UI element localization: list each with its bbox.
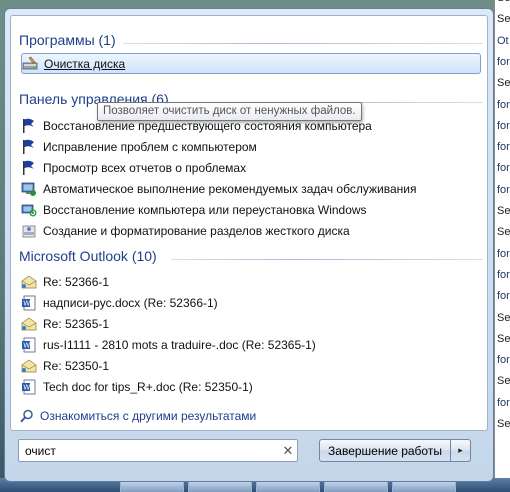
recovery-icon <box>21 202 37 218</box>
group-divider <box>123 43 483 44</box>
background-window-line: for <box>497 247 510 260</box>
background-window-line: for <box>497 141 510 154</box>
shutdown-control: Завершение работы ▸ <box>319 439 471 462</box>
result-item-attachment[interactable]: W Tech doc for tips_R+.doc (Re: 52350-1) <box>21 376 481 397</box>
word-doc-icon: W <box>21 295 37 311</box>
see-more-results-link[interactable]: Ознакомиться с другими результатами <box>19 408 256 424</box>
result-item-label: надписи-рус.docx (Re: 52366-1) <box>43 295 218 310</box>
background-window-line: Security U <box>497 205 510 217</box>
background-window-line: for <box>497 55 510 68</box>
result-item-disk-cleanup[interactable]: Очистка диска <box>21 53 481 74</box>
result-item-label: Re: 52365-1 <box>43 316 110 331</box>
background-window-line: Security U <box>497 77 510 90</box>
background-window-line: Security U <box>497 418 510 430</box>
start-menu: Программы (1) Очистка диска Панель управ… <box>4 8 494 482</box>
action-center-flag-icon <box>21 118 37 134</box>
result-item-mail[interactable]: Re: 52366-1 <box>21 271 481 292</box>
maintenance-icon <box>21 181 37 197</box>
search-results-panel: Программы (1) Очистка диска Панель управ… <box>10 15 488 431</box>
result-item-label: rus-I1111 - 2810 mots a traduire-.doc (R… <box>43 337 316 352</box>
mail-open-icon <box>21 316 37 332</box>
result-item-problem-reports[interactable]: Просмотр всех отчетов о проблемах <box>21 157 481 178</box>
svg-text:W: W <box>23 383 30 391</box>
shutdown-button[interactable]: Завершение работы <box>319 439 451 462</box>
search-input[interactable] <box>25 441 279 460</box>
background-window-line: Security U <box>497 332 510 345</box>
result-item-mail[interactable]: Re: 52365-1 <box>21 313 481 334</box>
mail-open-icon <box>21 358 37 374</box>
result-item-label: Re: 52366-1 <box>43 274 110 289</box>
background-window-line: Security U <box>497 375 510 388</box>
background-window: Security U Security U Ot for Security U for fo… <box>494 0 510 480</box>
background-window-line: for <box>497 183 510 196</box>
result-item-label: Автоматическое выполнение рекомендуемых … <box>43 181 417 196</box>
result-item-label: Tech doc for tips_R+.doc (Re: 52350-1) <box>43 379 253 394</box>
result-item-recovery[interactable]: Восстановление компьютера или переустано… <box>21 199 481 220</box>
tooltip: Позволяет очистить диск от ненужных файл… <box>97 102 362 121</box>
result-item-label: Исправление проблем с компьютером <box>43 139 257 154</box>
svg-text:W: W <box>23 299 30 307</box>
word-doc-icon: W <box>21 337 37 353</box>
result-item-label: Создание и форматирование разделов жестк… <box>43 223 350 238</box>
background-window-line: for <box>497 119 510 132</box>
disk-cleanup-icon <box>22 56 38 72</box>
result-item-mail[interactable]: Re: 52350-1 <box>21 355 481 376</box>
result-item-label: Просмотр всех отчетов о проблемах <box>43 160 247 175</box>
result-item-troubleshoot[interactable]: Исправление проблем с компьютером <box>21 136 481 157</box>
outlook-group-header[interactable]: Microsoft Outlook (10) <box>19 248 157 264</box>
result-item-label: Восстановление компьютера или переустано… <box>43 202 367 217</box>
background-window-line: for <box>497 354 510 367</box>
see-more-results-label: Ознакомиться с другими результатами <box>40 409 257 423</box>
mail-open-icon <box>21 274 37 290</box>
result-item-auto-maintenance[interactable]: Автоматическое выполнение рекомендуемых … <box>21 178 481 199</box>
background-window-line: for <box>497 268 510 281</box>
background-window-line: for <box>497 98 510 111</box>
action-center-flag-icon <box>21 160 37 176</box>
background-window-line: for <box>497 162 510 175</box>
result-item-attachment[interactable]: W надписи-рус.docx (Re: 52366-1) <box>21 292 481 313</box>
background-window-line: Security U <box>497 0 510 4</box>
programs-group-header[interactable]: Программы (1) <box>19 32 116 48</box>
word-doc-icon: W <box>21 379 37 395</box>
result-item-attachment[interactable]: W rus-I1111 - 2810 mots a traduire-.doc … <box>21 334 481 355</box>
search-icon <box>19 408 35 424</box>
group-divider <box>171 259 483 260</box>
result-item-disk-management[interactable]: Создание и форматирование разделов жестк… <box>21 220 481 241</box>
shutdown-options-arrow-icon[interactable]: ▸ <box>451 439 471 462</box>
svg-text:W: W <box>23 341 30 349</box>
clear-x-icon[interactable]: ✕ <box>279 442 297 460</box>
result-item-label: Очистка диска <box>44 56 126 71</box>
result-item-label: Re: 52350-1 <box>43 358 110 373</box>
background-window-line: for <box>497 290 510 303</box>
background-window-line: Security U <box>497 13 510 26</box>
search-box[interactable]: ✕ <box>18 439 298 462</box>
background-window-line: for <box>497 396 510 409</box>
background-window-line: Security U <box>497 311 510 324</box>
action-center-flag-icon <box>21 139 37 155</box>
background-window-line: Security U <box>497 226 510 239</box>
disk-management-icon <box>21 223 37 239</box>
background-window-line: Ot <box>497 34 509 47</box>
